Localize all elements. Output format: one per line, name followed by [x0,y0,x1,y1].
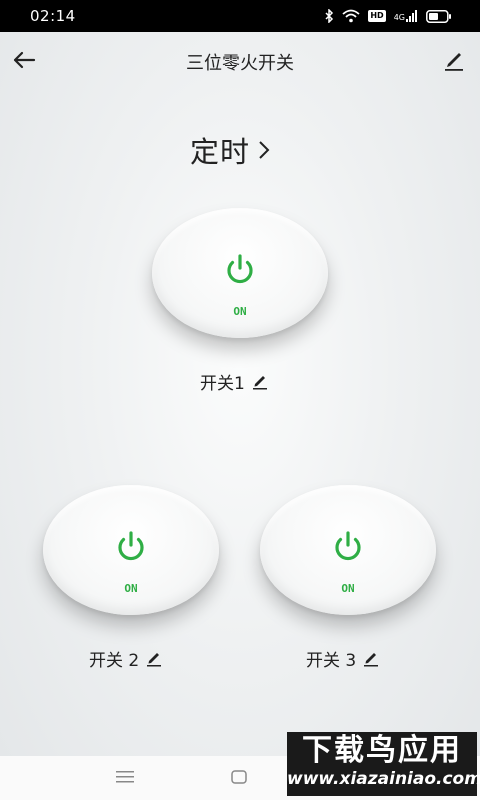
header: 三位零火开关 [0,32,480,88]
status-time: 02:14 [30,7,76,25]
network-type: 4G [393,13,405,22]
switch-2-state: ON [124,582,138,595]
switch-1-state: ON [233,305,247,318]
page-title: 三位零火开关 [186,53,294,74]
bluetooth-icon [325,9,334,23]
rename-switch-3-icon[interactable] [362,649,380,667]
watermark-title: 下载鸟应用 [302,733,462,768]
switch-1-label: 开关1 [200,373,245,394]
home-icon[interactable] [231,770,247,784]
switch-3-label: 开关 3 [306,650,357,671]
power-icon [227,254,253,284]
watermark-url: www.xiazainiao.com [287,769,480,789]
chevron-right-icon [259,141,270,159]
signal-icon: 4G [394,10,418,22]
edit-icon[interactable] [442,48,466,72]
menu-icon[interactable] [116,769,134,785]
power-icon [118,531,144,561]
hd-icon: HD [368,10,386,22]
switch-1-button[interactable]: ON [152,208,328,338]
switch-3-state: ON [341,582,355,595]
watermark: 下载鸟应用 www.xiazainiao.com [287,732,480,796]
switch-2-label-row: 开关 2 [89,646,163,671]
rename-switch-1-icon[interactable] [251,372,269,390]
status-icons: HD 4G [324,8,452,24]
wifi-icon [342,9,360,23]
timer-link[interactable]: 定时 [190,130,270,170]
switch-2-button[interactable]: ON [43,485,219,615]
battery-icon [426,9,451,23]
rename-switch-2-icon[interactable] [145,649,163,667]
switch-3-label-row: 开关 3 [306,646,380,671]
status-bar: 02:14 HD 4G [0,0,480,32]
timer-label: 定时 [190,135,251,169]
switch-1-label-row: 开关1 [200,369,269,394]
switch-2-label: 开关 2 [89,650,140,671]
power-icon [335,531,361,561]
switch-3-button[interactable]: ON [260,485,436,615]
